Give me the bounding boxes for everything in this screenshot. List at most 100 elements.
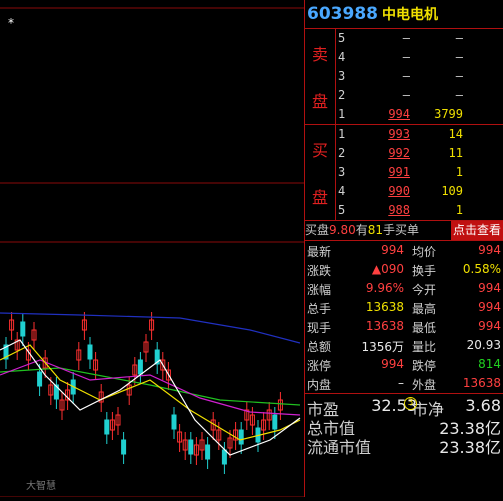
stat-label: 最高 [412, 302, 437, 316]
buy-volume: 11 [448, 146, 463, 160]
candle-body [188, 439, 194, 455]
candle-body [104, 419, 110, 435]
stats-row: 总额 1356万 量比 20.93 [305, 336, 503, 355]
sell-row[interactable]: 1 994 3799 [305, 105, 503, 124]
buy-row[interactable]: 1 993 14 [305, 125, 503, 144]
stat-value: ▲090 [371, 262, 404, 276]
stat-value: 994 [381, 357, 404, 371]
stat-value: 994 [478, 300, 501, 314]
stat-label: 涨停 [307, 359, 332, 373]
note-price: 9.80 [329, 223, 356, 237]
sell-level: 1 [338, 107, 346, 121]
view-detail-button[interactable]: 点击查看 [450, 221, 503, 240]
stats-row: 总手 13638 最高 994 [305, 298, 503, 317]
sell-level: 3 [338, 69, 346, 83]
valuation-row: 流通市值 23.38亿 [305, 432, 503, 457]
buy-level: 1 [338, 127, 346, 141]
stats-row: 涨幅 9.96% 今开 994 [305, 279, 503, 298]
candle-body [205, 444, 211, 460]
buy-level: 2 [338, 146, 346, 160]
buy-row[interactable]: 4 990 109 [305, 182, 503, 201]
stock-title: 603988 中电电机 [305, 0, 503, 28]
stat-value: 814 [478, 357, 501, 371]
buy-row[interactable]: 2 992 11 [305, 144, 503, 163]
buy-volume: 14 [448, 127, 463, 141]
kline-svg: * 大智慧 [0, 7, 304, 498]
sell-volume: – [455, 69, 463, 83]
buy-volume: 1 [455, 203, 463, 217]
candle-body [272, 414, 278, 430]
stat-label: 涨幅 [307, 283, 332, 297]
stat-label: 跌停 [412, 359, 437, 373]
stat-value: 994 [478, 319, 501, 333]
candle-body [238, 429, 244, 445]
candle-body [137, 359, 143, 375]
sell-price: – [402, 88, 410, 102]
buy-volume: 1 [455, 165, 463, 179]
candle-body [20, 321, 26, 337]
stat-value: – [398, 376, 404, 390]
sell-row[interactable]: 5 – – [305, 29, 503, 48]
candle-body [221, 449, 227, 465]
buy-row[interactable]: 3 991 1 [305, 163, 503, 182]
stat-label: 最低 [412, 321, 437, 335]
sell-volume: – [455, 88, 463, 102]
stats-table: 最新 994 均价 994 涨跌 ▲090 换手 0.58% 涨幅 9.96% 今开 994 总手 136… [305, 240, 503, 393]
buy-book: 买盘 1 993 14 2 992 11 3 991 1 4 990 109 5 988 1 [305, 124, 503, 220]
candle-body [87, 344, 93, 360]
stock-code: 603988 [307, 4, 378, 24]
stat-value: 20.93 [466, 338, 501, 352]
buy-level: 5 [338, 203, 346, 217]
valuation-row: 市盈 32.53 市净 3.68 3 [305, 394, 503, 419]
quote-panel: 603988 中电电机 卖盘 5– –4– –3– –2– –1 994 3799 买盘 19… [304, 0, 503, 497]
stats-row: 最新 994 均价 994 [305, 241, 503, 260]
sell-level: 5 [338, 31, 346, 45]
stats-row: 涨停 994 跌停 814 [305, 355, 503, 374]
stat-label: 换手 [412, 264, 437, 278]
buy-price: 988 [388, 203, 410, 217]
buy-note: 买盘9.80有81手买单 点击查看 [305, 220, 503, 240]
stats-row: 现手 13638 最低 994 [305, 317, 503, 336]
note-label: 买盘 [305, 223, 330, 237]
watermark-text: 大智慧 [26, 479, 56, 492]
stat-label: 最新 [307, 245, 332, 259]
stat-label: 今开 [412, 283, 437, 297]
stat-label: 总额 [307, 340, 332, 354]
sell-row[interactable]: 2 – – [305, 86, 503, 105]
buy-volume: 109 [441, 184, 463, 198]
buy-level: 3 [338, 165, 346, 179]
sell-volume: – [455, 31, 463, 45]
valuation-value: 23.38亿 [439, 438, 501, 457]
stat-label: 内盘 [307, 378, 332, 392]
pe-badge: 3 [404, 397, 417, 410]
note-suffix: 手买单 [383, 223, 420, 237]
buy-price: 993 [388, 127, 410, 141]
stat-label: 现手 [307, 321, 332, 335]
sell-price: – [402, 31, 410, 45]
sell-row[interactable]: 4 – – [305, 48, 503, 67]
stat-value: 9.96% [365, 281, 404, 295]
stat-label: 量比 [412, 340, 437, 354]
valuation-row: 总市值 23.38亿 [305, 413, 503, 438]
valuation-label: 流通市值 [307, 438, 372, 457]
stats-row: 内盘 – 外盘 13638 [305, 374, 503, 393]
stat-value: 994 [478, 281, 501, 295]
star-marker: * [8, 16, 14, 30]
stat-label: 涨跌 [307, 264, 332, 278]
sell-price: – [402, 50, 410, 64]
sell-volume: 3799 [434, 107, 463, 121]
stat-value: 0.58% [462, 262, 501, 276]
stat-value: 13638 [365, 300, 404, 314]
sell-row[interactable]: 3 – – [305, 67, 503, 86]
sell-volume: – [455, 50, 463, 64]
buy-price: 990 [388, 184, 410, 198]
valuation-table: 市盈 32.53 市净 3.68 3 总市值 23.38亿 流通市值 23.38亿 [305, 393, 503, 457]
stat-value: 994 [381, 243, 404, 257]
stats-row: 涨跌 ▲090 换手 0.58% [305, 260, 503, 279]
note-count: 81 [367, 223, 384, 237]
buy-row[interactable]: 5 988 1 [305, 201, 503, 220]
stat-value: 994 [478, 243, 501, 257]
kline-chart[interactable]: * 大智慧 [0, 0, 304, 498]
sell-level: 4 [338, 50, 346, 64]
stat-value: 13638 [462, 376, 501, 390]
